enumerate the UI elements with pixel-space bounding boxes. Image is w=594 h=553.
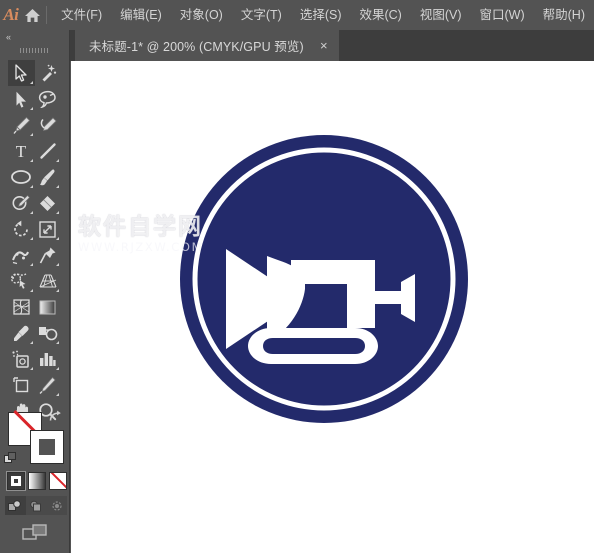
tool-magic-wand[interactable] — [35, 60, 62, 86]
bugle-horn-badge-artwork[interactable] — [179, 134, 469, 424]
menu-view[interactable]: 视图(V) — [411, 0, 471, 30]
tool-group-corner-icon — [56, 237, 59, 240]
tool-eraser[interactable] — [35, 190, 62, 216]
menu-divider — [45, 6, 47, 24]
panel-drag-handle[interactable] — [0, 44, 69, 57]
default-fill-stroke-icon[interactable] — [4, 452, 17, 465]
menu-edit[interactable]: 编辑(E) — [111, 0, 171, 30]
tool-group-corner-icon — [56, 341, 59, 344]
ai-app-logo: Ai — [3, 5, 19, 24]
tool-shape-builder[interactable] — [8, 268, 35, 294]
tool-group-corner-icon — [56, 367, 59, 370]
color-mode-button[interactable] — [6, 471, 26, 491]
tool-group-corner-icon — [29, 159, 33, 162]
tool-free-transform[interactable] — [35, 242, 62, 268]
tool-gradient[interactable] — [35, 294, 62, 320]
stroke-swatch-inner — [39, 439, 55, 455]
tool-slice[interactable] — [35, 372, 62, 398]
grip-dots-icon — [19, 48, 50, 53]
none-mode-button[interactable] — [49, 472, 67, 490]
tool-group-corner-icon — [56, 211, 59, 214]
tool-selection[interactable] — [8, 60, 35, 86]
document-tab-active[interactable]: 未标题-1* @ 200% (CMYK/GPU 预览) × — [75, 30, 339, 61]
tool-lasso[interactable] — [35, 86, 62, 112]
draw-normal-button[interactable] — [5, 496, 26, 515]
tool-group-corner-icon — [29, 133, 33, 136]
tool-group-corner-icon — [29, 289, 33, 292]
tool-grid: T — [0, 57, 69, 424]
menu-select[interactable]: 选择(S) — [291, 0, 351, 30]
tool-symbol-sprayer[interactable] — [8, 346, 35, 372]
tool-perspective-grid[interactable] — [35, 268, 62, 294]
color-controls — [0, 408, 70, 553]
close-icon[interactable]: × — [317, 39, 331, 53]
menu-help[interactable]: 帮助(H) — [534, 0, 594, 30]
tool-group-corner-icon — [56, 263, 59, 266]
menu-bar: Ai 文件(F) 编辑(E) 对象(O) 文字(T) 选择(S) 效果(C) 视… — [0, 0, 594, 30]
illustrator-window: Ai 文件(F) 编辑(E) 对象(O) 文字(T) 选择(S) 效果(C) 视… — [0, 0, 594, 553]
tool-type[interactable]: T — [8, 138, 35, 164]
menu-object[interactable]: 对象(O) — [171, 0, 232, 30]
menu-effect[interactable]: 效果(C) — [350, 0, 410, 30]
tool-group-corner-icon — [29, 263, 33, 266]
drawing-mode-row — [5, 496, 67, 515]
screen-mode-button[interactable] — [0, 520, 70, 546]
tool-blend[interactable] — [35, 320, 62, 346]
menu-file[interactable]: 文件(F) — [52, 0, 111, 30]
swap-fill-stroke-icon[interactable] — [48, 410, 62, 424]
document-tab-title: 未标题-1* @ 200% (CMYK/GPU 预览) — [89, 40, 304, 54]
tool-rotate[interactable] — [8, 216, 35, 242]
tool-shaper-pencil[interactable] — [8, 190, 35, 216]
artboard-canvas[interactable]: 软件自学网 WWW.RJZXW.COM — [71, 61, 594, 553]
tool-mesh[interactable] — [8, 294, 35, 320]
tool-pen[interactable] — [8, 112, 35, 138]
tool-group-corner-icon — [29, 367, 33, 370]
tool-column-graph[interactable] — [35, 346, 62, 372]
stroke-color-swatch[interactable] — [30, 430, 64, 464]
svg-text:T: T — [16, 142, 27, 160]
tool-eyedropper[interactable] — [8, 320, 35, 346]
tool-artboard[interactable] — [8, 372, 35, 398]
tools-panel: « T — [0, 30, 70, 553]
tool-paintbrush[interactable] — [35, 164, 62, 190]
collapse-panel-icon[interactable]: « — [6, 31, 11, 43]
tool-group-corner-icon — [29, 81, 33, 84]
tool-group-corner-icon — [56, 289, 59, 292]
tool-group-corner-icon — [29, 107, 33, 110]
draw-inside-button[interactable] — [46, 496, 67, 515]
menu-window[interactable]: 窗口(W) — [471, 0, 534, 30]
tool-group-corner-icon — [29, 211, 33, 214]
tool-group-corner-icon — [29, 237, 33, 240]
tool-scale[interactable] — [35, 216, 62, 242]
tool-line-segment[interactable] — [35, 138, 62, 164]
tools-panel-header: « — [0, 30, 69, 44]
tool-width[interactable] — [8, 242, 35, 268]
menu-type[interactable]: 文字(T) — [232, 0, 291, 30]
tool-ellipse[interactable] — [8, 164, 35, 190]
home-icon[interactable] — [22, 0, 44, 30]
tool-group-corner-icon — [56, 185, 59, 188]
gradient-mode-button[interactable] — [28, 472, 46, 490]
tool-group-corner-icon — [56, 159, 59, 162]
tool-curvature[interactable] — [35, 112, 62, 138]
menu-item-list: 文件(F) 编辑(E) 对象(O) 文字(T) 选择(S) 效果(C) 视图(V… — [52, 0, 594, 30]
tool-group-corner-icon — [29, 341, 33, 344]
tool-direct-selection[interactable] — [8, 86, 35, 112]
paint-mode-row — [6, 471, 67, 493]
document-tab-bar: 未标题-1* @ 200% (CMYK/GPU 预览) × — [70, 30, 594, 61]
tool-group-corner-icon — [29, 185, 33, 188]
draw-behind-button[interactable] — [26, 496, 47, 515]
tool-group-corner-icon — [56, 393, 59, 396]
